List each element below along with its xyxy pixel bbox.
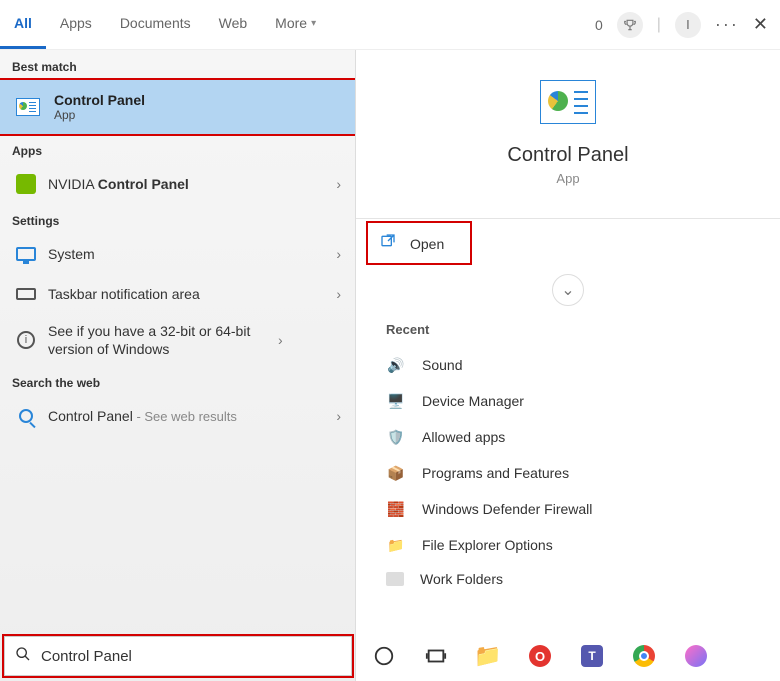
- app-item-nvidia[interactable]: NVIDIA Control Panel ›: [0, 164, 355, 204]
- recent-item-device-manager[interactable]: 🖥️ Device Manager: [356, 383, 780, 419]
- monitor-icon: [14, 242, 38, 266]
- taskbar-chrome-icon[interactable]: [630, 642, 658, 670]
- device-manager-icon: 🖥️: [386, 391, 406, 411]
- rewards-score: 0: [595, 17, 603, 33]
- open-icon: [380, 233, 396, 254]
- preview-title: Control Panel: [507, 144, 628, 167]
- nvidia-icon: [14, 172, 38, 196]
- programs-icon: 📦: [386, 463, 406, 483]
- taskbar-cortana-icon[interactable]: [370, 642, 398, 670]
- tab-all[interactable]: All: [0, 0, 46, 49]
- recent-item-programs[interactable]: 📦 Programs and Features: [356, 455, 780, 491]
- topbar: All Apps Documents Web More▾ 0 | I ··· ✕: [0, 0, 780, 50]
- tab-more[interactable]: More▾: [261, 0, 330, 49]
- settings-item-taskbar[interactable]: Taskbar notification area ›: [0, 274, 355, 314]
- chevron-right-icon: ›: [336, 176, 341, 192]
- tray-icon: [14, 282, 38, 306]
- chevron-down-icon: ▾: [311, 18, 316, 29]
- search-input-wrap[interactable]: [4, 636, 352, 676]
- taskbar-task-view-icon[interactable]: [422, 642, 450, 670]
- close-button[interactable]: ✕: [753, 14, 768, 35]
- more-options-icon[interactable]: ···: [715, 14, 739, 35]
- best-match-title: Control Panel: [54, 92, 145, 108]
- section-web: Search the web: [0, 366, 355, 396]
- settings-item-system[interactable]: System ›: [0, 234, 355, 274]
- tab-documents[interactable]: Documents: [106, 0, 205, 49]
- file-explorer-icon: 📁: [386, 535, 406, 555]
- tab-web[interactable]: Web: [205, 0, 262, 49]
- main-area: Best match Control Panel App Apps NVIDIA…: [0, 50, 780, 681]
- control-panel-icon: [14, 93, 42, 121]
- preview-sub: App: [556, 171, 579, 186]
- shield-icon: 🛡️: [386, 427, 406, 447]
- taskbar-paint3d-icon[interactable]: [682, 642, 710, 670]
- web-search-item[interactable]: Control Panel - See web results ›: [0, 396, 355, 436]
- chevron-right-icon: ›: [336, 246, 341, 262]
- firewall-icon: 🧱: [386, 499, 406, 519]
- info-icon: i: [14, 328, 38, 352]
- section-apps: Apps: [0, 134, 355, 164]
- rewards-badge-icon[interactable]: [617, 12, 643, 38]
- chevron-right-icon: ›: [336, 286, 341, 302]
- recent-label: Recent: [356, 312, 780, 347]
- taskbar-opera-icon[interactable]: O: [526, 642, 554, 670]
- recent-list: 🔊 Sound 🖥️ Device Manager 🛡️ Allowed app…: [356, 347, 780, 595]
- preview-pane: Control Panel App Open ⌄ Recent 🔊 Sound: [355, 50, 780, 681]
- search-icon: [15, 646, 31, 667]
- search-tabs: All Apps Documents Web More▾: [0, 0, 330, 49]
- section-settings: Settings: [0, 204, 355, 234]
- settings-item-bitness[interactable]: i See if you have a 32-bit or 64-bit ver…: [0, 314, 355, 366]
- account-avatar[interactable]: I: [675, 12, 701, 38]
- best-match-sub: App: [54, 108, 145, 122]
- chevron-right-icon: ›: [336, 408, 341, 424]
- recent-item-allowed-apps[interactable]: 🛡️ Allowed apps: [356, 419, 780, 455]
- control-panel-large-icon: [540, 80, 596, 124]
- folder-icon: [386, 572, 404, 586]
- best-match-item[interactable]: Control Panel App: [0, 80, 355, 134]
- preview-header: Control Panel App: [356, 50, 780, 206]
- expand-button[interactable]: ⌄: [552, 274, 584, 306]
- recent-item-sound[interactable]: 🔊 Sound: [356, 347, 780, 383]
- sound-icon: 🔊: [386, 355, 406, 375]
- taskbar-file-explorer-icon[interactable]: 📁: [474, 642, 502, 670]
- topbar-right: 0 | I ··· ✕: [595, 12, 768, 38]
- results-pane: Best match Control Panel App Apps NVIDIA…: [0, 50, 355, 681]
- search-icon: [14, 404, 38, 428]
- tab-apps[interactable]: Apps: [46, 0, 106, 49]
- recent-item-work-folders[interactable]: Work Folders: [356, 563, 780, 595]
- chevron-right-icon: ›: [278, 332, 283, 348]
- recent-item-file-explorer-options[interactable]: 📁 File Explorer Options: [356, 527, 780, 563]
- open-button[interactable]: Open: [356, 219, 780, 268]
- section-best-match: Best match: [0, 50, 355, 80]
- search-window: All Apps Documents Web More▾ 0 | I ··· ✕…: [0, 0, 780, 681]
- taskbar-teams-icon[interactable]: T: [578, 642, 606, 670]
- recent-item-firewall[interactable]: 🧱 Windows Defender Firewall: [356, 491, 780, 527]
- taskbar: 📁 O T: [370, 635, 710, 677]
- search-input[interactable]: [41, 648, 341, 665]
